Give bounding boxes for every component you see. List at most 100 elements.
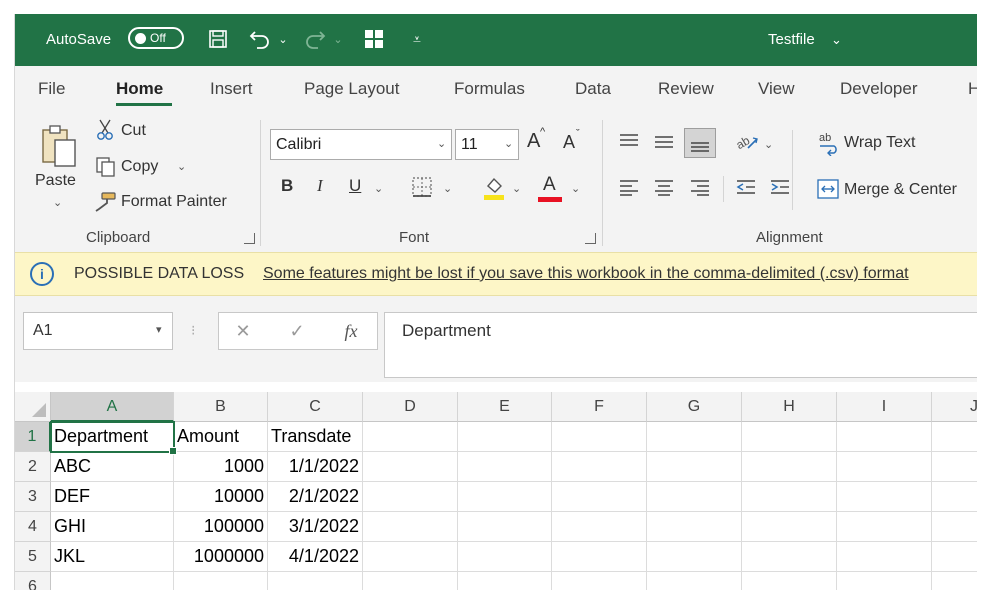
file-name[interactable]: Testfile [768,14,815,66]
cell-i5[interactable] [837,542,932,572]
clipboard-launcher-icon[interactable] [244,233,255,244]
cell-j2[interactable] [932,452,977,482]
cell-a6[interactable] [51,572,174,590]
align-middle-icon[interactable] [653,132,675,152]
shrink-font-button[interactable]: A [563,132,575,153]
cell-j3[interactable] [932,482,977,512]
bold-button[interactable]: B [281,176,293,196]
font-color-button[interactable]: A [538,172,562,202]
cell-f4[interactable] [552,512,647,542]
cell-b6[interactable] [174,572,268,590]
cell-b5[interactable]: 1000000 [174,542,268,572]
customize-qat-icon[interactable]: ⩡ [407,24,427,54]
cell-h2[interactable] [742,452,837,482]
cell-i6[interactable] [837,572,932,590]
autosave-toggle[interactable]: Off [128,27,184,49]
cell-e2[interactable] [458,452,552,482]
tab-formulas[interactable]: Formulas [454,66,525,112]
cell-j4[interactable] [932,512,977,542]
cell-h3[interactable] [742,482,837,512]
column-header-i[interactable]: I [837,392,932,422]
font-size-select[interactable]: 11 ⌄ [455,129,519,160]
align-center-icon[interactable] [653,178,675,198]
cell-f5[interactable] [552,542,647,572]
column-header-h[interactable]: H [742,392,837,422]
column-header-g[interactable]: G [647,392,742,422]
cell-c3[interactable]: 2/1/2022 [268,482,363,512]
cell-g4[interactable] [647,512,742,542]
copy-button[interactable]: Copy [121,158,158,176]
cell-a2[interactable]: ABC [51,452,174,482]
column-header-c[interactable]: C [268,392,363,422]
cell-b4[interactable]: 100000 [174,512,268,542]
formula-input[interactable]: Department [384,312,977,378]
cell-e6[interactable] [458,572,552,590]
cell-h5[interactable] [742,542,837,572]
cancel-entry-button[interactable]: ✕ [223,312,263,350]
paste-button[interactable]: Paste ⌄ [35,124,83,214]
row-header-4[interactable]: 4 [15,512,51,542]
cell-c4[interactable]: 3/1/2022 [268,512,363,542]
tab-view[interactable]: View [758,66,795,112]
cell-i4[interactable] [837,512,932,542]
cell-d5[interactable] [363,542,458,572]
font-name-select[interactable]: Calibri ⌄ [270,129,452,160]
cell-e5[interactable] [458,542,552,572]
row-header-6[interactable]: 6 [15,572,51,590]
underline-dropdown-icon[interactable]: ⌄ [374,182,383,195]
wrap-text-button[interactable]: Wrap Text [844,134,915,152]
cell-j6[interactable] [932,572,977,590]
file-name-chevron-icon[interactable]: ⌄ [831,14,842,66]
cell-d1[interactable] [363,422,458,452]
insert-function-button[interactable]: fx [331,312,371,350]
cell-b3[interactable]: 10000 [174,482,268,512]
column-header-f[interactable]: F [552,392,647,422]
cell-g2[interactable] [647,452,742,482]
align-right-icon[interactable] [689,178,711,198]
cell-a3[interactable]: DEF [51,482,174,512]
undo-icon[interactable] [247,24,273,54]
cell-d6[interactable] [363,572,458,590]
cell-e4[interactable] [458,512,552,542]
tab-page-layout[interactable]: Page Layout [304,66,399,112]
cell-b2[interactable]: 1000 [174,452,268,482]
cell-i3[interactable] [837,482,932,512]
align-bottom-icon[interactable] [684,128,716,158]
cell-b1[interactable]: Amount [174,422,268,452]
grow-font-button[interactable]: A [527,130,540,153]
save-icon[interactable] [205,24,231,54]
increase-indent-icon[interactable] [769,178,791,198]
layout-icon[interactable] [361,24,387,54]
row-header-2[interactable]: 2 [15,452,51,482]
cell-c6[interactable] [268,572,363,590]
tab-file[interactable]: File [38,66,65,112]
redo-dropdown-icon[interactable]: ⌄ [330,24,346,54]
cell-i2[interactable] [837,452,932,482]
column-header-d[interactable]: D [363,392,458,422]
cell-e1[interactable] [458,422,552,452]
cell-d3[interactable] [363,482,458,512]
font-launcher-icon[interactable] [585,233,596,244]
tab-insert[interactable]: Insert [210,66,253,112]
decrease-indent-icon[interactable] [735,178,757,198]
row-header-1[interactable]: 1 [15,422,51,452]
confirm-entry-button[interactable]: ✓ [277,312,317,350]
font-color-dropdown-icon[interactable]: ⌄ [571,182,580,195]
cell-f6[interactable] [552,572,647,590]
column-header-j[interactable]: J [932,392,977,422]
borders-icon[interactable] [411,176,433,198]
format-painter-button[interactable]: Format Painter [121,193,227,211]
cell-g3[interactable] [647,482,742,512]
fill-color-dropdown-icon[interactable]: ⌄ [512,182,521,195]
tab-data[interactable]: Data [575,66,611,112]
fill-color-icon[interactable] [482,174,506,202]
cell-f3[interactable] [552,482,647,512]
cell-j1[interactable] [932,422,977,452]
cut-button[interactable]: Cut [121,122,146,140]
row-header-3[interactable]: 3 [15,482,51,512]
cell-a1[interactable]: Department [51,422,174,452]
select-all-button[interactable] [15,392,51,422]
cell-c5[interactable]: 4/1/2022 [268,542,363,572]
cell-a5[interactable]: JKL [51,542,174,572]
info-message-link[interactable]: Some features might be lost if you save … [263,253,909,295]
